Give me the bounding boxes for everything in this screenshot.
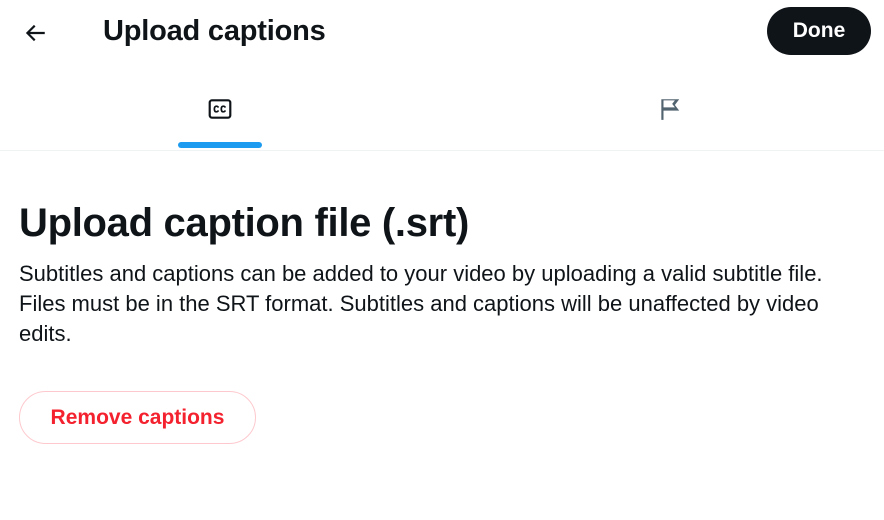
- arrow-left-icon: [25, 24, 45, 42]
- back-button[interactable]: [14, 12, 56, 54]
- section-heading: Upload caption file (.srt): [19, 201, 469, 245]
- tab-captions[interactable]: [0, 66, 442, 150]
- page-title: Upload captions: [103, 15, 326, 47]
- tab-bar: [0, 66, 884, 151]
- upload-captions-page: Upload captions Done Upload caption file…: [0, 0, 884, 520]
- section-description: Subtitles and captions can be added to y…: [19, 261, 823, 346]
- tab-report[interactable]: [442, 66, 884, 150]
- header: Upload captions Done: [0, 0, 884, 62]
- done-button[interactable]: Done: [767, 7, 871, 55]
- closed-captions-icon: [208, 99, 232, 119]
- flag-icon: [661, 98, 680, 120]
- selected-tab-indicator: [178, 142, 262, 148]
- remove-captions-button[interactable]: Remove captions: [19, 391, 256, 444]
